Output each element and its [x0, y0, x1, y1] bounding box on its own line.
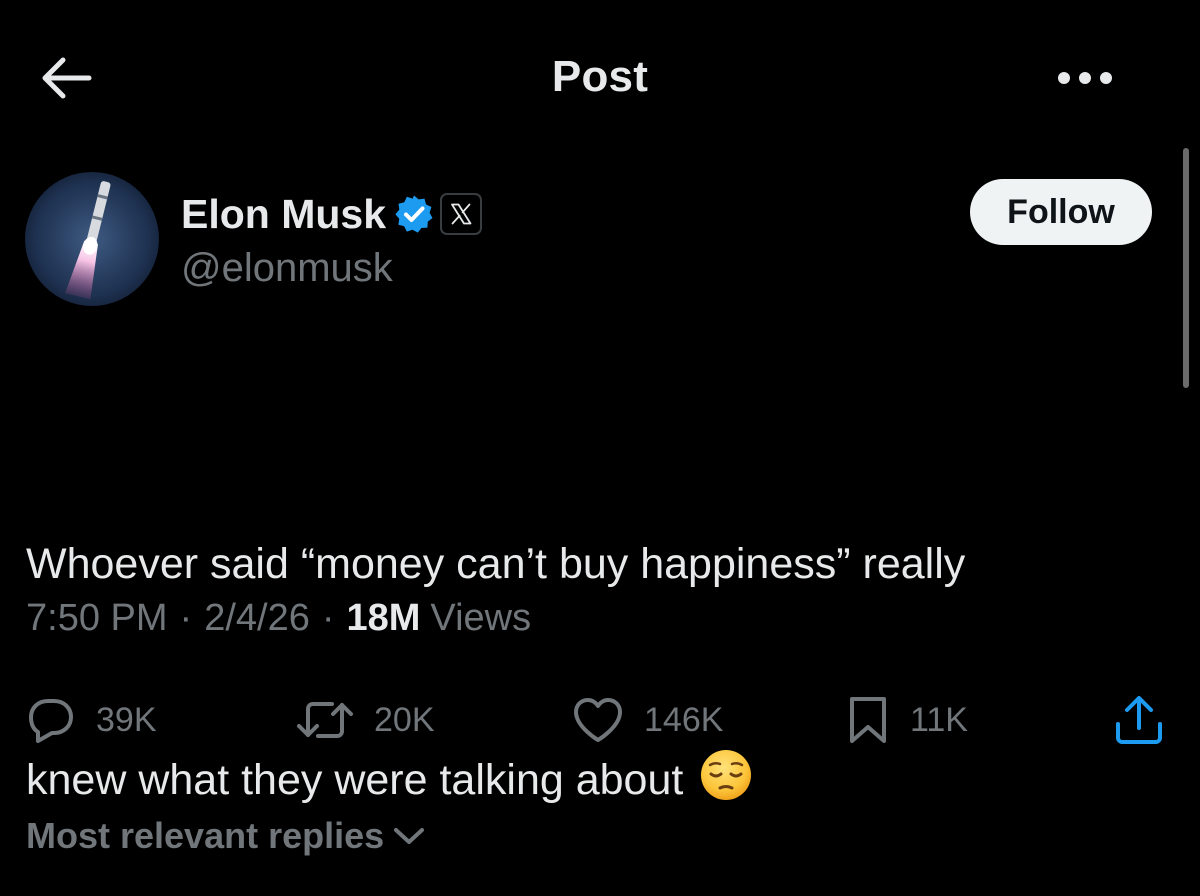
author-handle[interactable]: @elonmusk — [181, 246, 393, 291]
post-date[interactable]: 2/4/26 — [204, 597, 310, 640]
bookmark-icon — [850, 697, 886, 743]
post-text-line: knew what they were talking about — [26, 756, 684, 804]
scrollbar[interactable] — [1183, 148, 1189, 388]
like-button[interactable]: 146K — [572, 692, 723, 748]
post-text-line: Whoever said “money can’t buy happiness”… — [26, 540, 966, 588]
repost-count: 20K — [374, 700, 435, 739]
post-time[interactable]: 7:50 PM — [26, 597, 168, 640]
replies-sort-dropdown[interactable]: Most relevant replies — [26, 810, 426, 862]
share-button[interactable] — [1112, 692, 1166, 748]
avatar[interactable] — [25, 172, 159, 306]
reply-count: 39K — [96, 700, 157, 739]
follow-button[interactable]: Follow — [970, 179, 1152, 245]
reply-button[interactable]: 39K — [26, 692, 157, 748]
pensive-face-emoji-icon — [699, 748, 753, 824]
repost-button[interactable]: 20K — [296, 692, 435, 748]
heart-icon — [574, 698, 622, 742]
separator-dot: · — [321, 597, 335, 639]
page-title: Post — [551, 52, 649, 101]
views-label: Views — [430, 597, 532, 639]
views-count[interactable]: 18M — [347, 597, 421, 640]
more-options-button[interactable] — [1050, 60, 1120, 96]
bookmark-button[interactable]: 11K — [846, 692, 968, 748]
more-horizontal-icon — [1058, 72, 1112, 84]
chevron-down-icon — [394, 828, 425, 844]
reply-icon — [29, 699, 73, 743]
share-icon — [1116, 696, 1162, 744]
affiliate-badge[interactable] — [440, 193, 483, 235]
bookmark-count: 11K — [910, 700, 968, 739]
verified-badge-icon — [395, 195, 433, 233]
repost-icon — [297, 702, 353, 738]
post-metadata: 7:50 PM · 2/4/26 · 18M Views — [26, 597, 531, 640]
rocket-launch-avatar-image — [25, 172, 159, 306]
author-name[interactable]: Elon Musk — [181, 191, 386, 238]
separator-dot: · — [179, 597, 193, 639]
replies-sort-label: Most relevant replies — [26, 815, 385, 856]
x-logo-icon — [451, 203, 472, 225]
like-count: 146K — [644, 700, 724, 739]
author-name-row: Elon Musk — [181, 188, 483, 240]
